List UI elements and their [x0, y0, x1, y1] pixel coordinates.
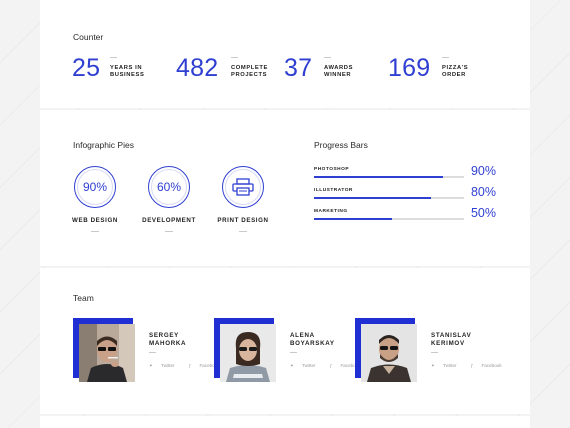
counter-dash	[231, 57, 238, 58]
progress-bar-marketing: MARKETING 50%	[314, 206, 496, 223]
progress-value: 80%	[470, 185, 496, 199]
facebook-icon: ƒ	[470, 363, 474, 368]
member-dash	[431, 352, 438, 353]
pie-dash	[239, 231, 247, 232]
avatar[interactable]	[361, 324, 417, 382]
progress-value: 90%	[470, 164, 496, 178]
team-member: ALENA BOYARSKAY ✦ Twitter ƒ Facebook	[214, 318, 361, 384]
counter-label: PIZZA'S ORDER	[442, 65, 469, 78]
progress-bar-photoshop: PHOTOSHOP 90%	[314, 164, 496, 181]
twitter-icon: ✦	[290, 363, 294, 368]
twitter-icon: ✦	[149, 363, 153, 368]
counter-dash	[442, 57, 449, 58]
member-name: ALENA BOYARSKAY	[290, 332, 335, 347]
counter-number: 37	[284, 54, 313, 82]
member-dash	[290, 352, 297, 353]
member-name: SERGEY MAHORKA	[149, 332, 187, 347]
social-links: ✦ Twitter ƒ Facebook	[431, 363, 516, 369]
member-name: STANISLAV KERIMOV	[431, 332, 472, 347]
progress-fill	[314, 176, 443, 178]
progress-track	[314, 218, 464, 220]
facebook-icon: ƒ	[329, 363, 333, 368]
avatar[interactable]	[79, 324, 135, 382]
progress-fill	[314, 218, 392, 220]
pie-value: 90%	[82, 180, 108, 194]
counter-number: 169	[388, 54, 431, 82]
pie-dash	[165, 231, 173, 232]
progress-label: PHOTOSHOP	[314, 167, 350, 172]
progress-label: ILLUSTRATOR	[314, 188, 353, 193]
progress-track	[314, 197, 464, 199]
team-title: Team	[73, 293, 94, 303]
member-dash	[149, 352, 156, 353]
twitter-link[interactable]: ✦ Twitter	[431, 363, 464, 368]
next-section	[40, 416, 530, 428]
pie-label: PRINT DESIGN	[217, 217, 269, 224]
twitter-link[interactable]: ✦ Twitter	[149, 363, 182, 368]
counter-label: YEARS IN BUSINESS	[110, 65, 145, 78]
progress-track	[314, 176, 464, 178]
counter-number: 482	[176, 54, 219, 82]
printer-icon	[232, 178, 254, 196]
team-member: STANISLAV KERIMOV ✦ Twitter ƒ Facebook	[355, 318, 502, 384]
counter-label: AWARDS WINNER	[324, 65, 354, 78]
twitter-icon: ✦	[431, 363, 435, 368]
pie-dash	[91, 231, 99, 232]
counter-label: COMPLETE PROJECTS	[231, 65, 269, 78]
pie-value: 60%	[156, 180, 182, 194]
pie-label: WEB DESIGN	[72, 217, 118, 224]
team-member: SERGEY MAHORKA ✦ Twitter ƒ Facebook	[73, 318, 220, 384]
pie-label: DEVELOPMENT	[142, 217, 196, 224]
pies-title: Infographic Pies	[73, 140, 134, 150]
progress-label: MARKETING	[314, 209, 348, 214]
progress-value: 50%	[470, 206, 496, 220]
progress-bar-illustrator: ILLUSTRATOR 80%	[314, 185, 496, 202]
counter-number: 25	[72, 54, 101, 82]
avatar[interactable]	[220, 324, 276, 382]
twitter-link[interactable]: ✦ Twitter	[290, 363, 323, 368]
facebook-icon: ƒ	[188, 363, 192, 368]
progress-fill	[314, 197, 431, 199]
counter-title: Counter	[73, 32, 104, 42]
progress-title: Progress Bars	[314, 140, 368, 150]
facebook-link[interactable]: ƒ Facebook	[471, 363, 509, 368]
counter-dash	[324, 57, 331, 58]
counter-dash	[110, 57, 117, 58]
